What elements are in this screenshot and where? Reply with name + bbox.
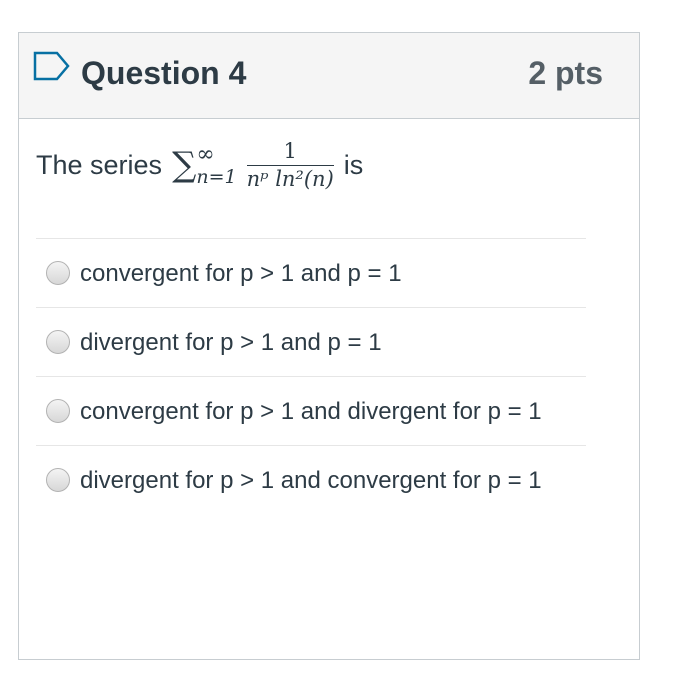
radio-button[interactable]: [46, 261, 70, 285]
radio-button[interactable]: [46, 468, 70, 492]
question-header: Question 4 2 pts: [19, 33, 639, 119]
series-formula: ∑ ∞ n=1 1 nᵖ ln²(n): [172, 139, 334, 191]
fraction-bar: [246, 164, 334, 166]
question-points: 2 pts: [528, 55, 603, 91]
answer-label[interactable]: divergent for p > 1 and convergent for p…: [80, 467, 542, 494]
answer-label[interactable]: divergent for p > 1 and p = 1: [80, 329, 382, 356]
answer-option[interactable]: convergent for p > 1 and divergent for p…: [36, 376, 586, 445]
answer-option[interactable]: divergent for p > 1 and p = 1: [36, 307, 586, 376]
upper-limit: ∞: [196, 141, 215, 167]
radio-button[interactable]: [46, 330, 70, 354]
fraction-denominator: nᵖ ln²(n): [246, 166, 334, 191]
answer-option[interactable]: convergent for p > 1 and p = 1: [36, 238, 586, 307]
question-text-after: is: [343, 149, 364, 180]
fraction-numerator: 1: [283, 139, 297, 164]
radio-button[interactable]: [46, 399, 70, 423]
sum-limits: ∞ n=1: [196, 141, 237, 188]
question-text-before: The series: [36, 149, 163, 180]
flag-icon[interactable]: [33, 51, 71, 81]
answer-label[interactable]: convergent for p > 1 and divergent for p…: [80, 398, 542, 425]
answer-option[interactable]: divergent for p > 1 and convergent for p…: [36, 445, 586, 514]
fraction: 1 nᵖ ln²(n): [246, 139, 334, 191]
sigma-symbol: ∑: [172, 145, 197, 185]
question-text: The series ∑ ∞ n=1 1 nᵖ ln²(n) is: [36, 135, 363, 195]
lower-limit: n=1: [196, 165, 237, 188]
answer-list: convergent for p > 1 and p = 1 divergent…: [36, 238, 586, 514]
question-title: Question 4: [81, 55, 247, 91]
answer-label[interactable]: convergent for p > 1 and p = 1: [80, 260, 402, 287]
